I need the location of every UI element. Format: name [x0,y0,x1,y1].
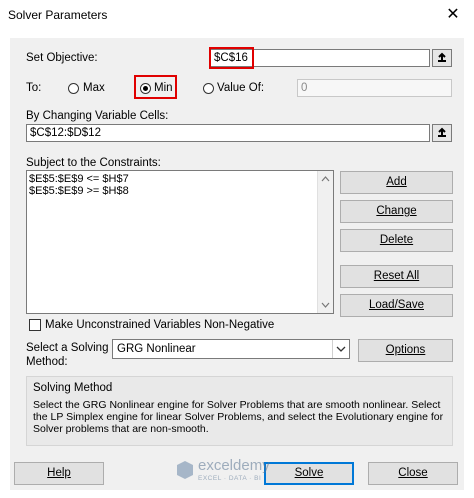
changing-cells-input[interactable]: $C$12:$D$12 [26,124,430,142]
change-button[interactable]: Change [340,200,453,223]
value-of-label: Value Of: [217,82,265,94]
value-of-radio[interactable] [203,83,214,94]
solving-method-title: Solving Method [33,382,113,394]
to-label: To: [26,82,42,94]
chevron-down-icon[interactable] [332,340,349,358]
method-selected-value: GRG Nonlinear [117,343,196,355]
close-icon[interactable]: ✕ [442,4,464,26]
max-label: Max [83,82,105,94]
collapse-icon [438,52,446,62]
title-bar: Solver Parameters ✕ [0,0,474,30]
watermark-tagline: EXCEL · DATA · BI [198,475,262,482]
value-of-input[interactable]: 0 [297,79,452,97]
constraints-list[interactable]: $E$5:$E$9 <= $H$7 $E$5:$E$9 >= $H$8 [26,170,334,314]
objective-collapse-button[interactable] [432,49,452,67]
set-objective-label: Set Objective: [26,52,98,64]
close-button[interactable]: Close [368,462,458,485]
constraints-scrollbar[interactable] [317,171,333,313]
window-title: Solver Parameters [8,8,108,22]
objective-highlight [209,47,254,69]
collapse-icon [438,127,446,137]
list-item[interactable]: $E$5:$E$9 >= $H$8 [29,185,129,197]
method-label-line2: Method: [26,356,68,368]
help-button[interactable]: Help [14,462,104,485]
solving-method-group: Solving Method Select the GRG Nonlinear … [26,376,453,446]
nonneg-label: Make Unconstrained Variables Non-Negativ… [45,319,275,331]
delete-button[interactable]: Delete [340,229,453,252]
list-item[interactable]: $E$5:$E$9 <= $H$7 [29,173,129,185]
solving-method-text: Select the GRG Nonlinear engine for Solv… [33,399,444,435]
nonneg-checkbox[interactable] [29,319,41,331]
add-button[interactable]: Add [340,171,453,194]
load-save-button[interactable]: Load/Save [340,294,453,317]
min-highlight [134,75,177,99]
changing-cells-label: By Changing Variable Cells: [26,110,169,122]
method-select[interactable]: GRG Nonlinear [112,339,350,359]
scroll-arrows-icon [321,176,330,308]
exceldemy-logo-icon [177,461,193,479]
watermark-logo: exceldemy EXCEL · DATA · BI [176,455,296,485]
reset-all-button[interactable]: Reset All [340,265,453,288]
method-label-line1: Select a Solving [26,342,109,354]
max-radio[interactable] [68,83,79,94]
options-button[interactable]: Options [358,339,453,362]
watermark-brand: exceldemy [198,457,270,474]
constraints-label: Subject to the Constraints: [26,157,161,169]
changing-collapse-button[interactable] [432,124,452,142]
